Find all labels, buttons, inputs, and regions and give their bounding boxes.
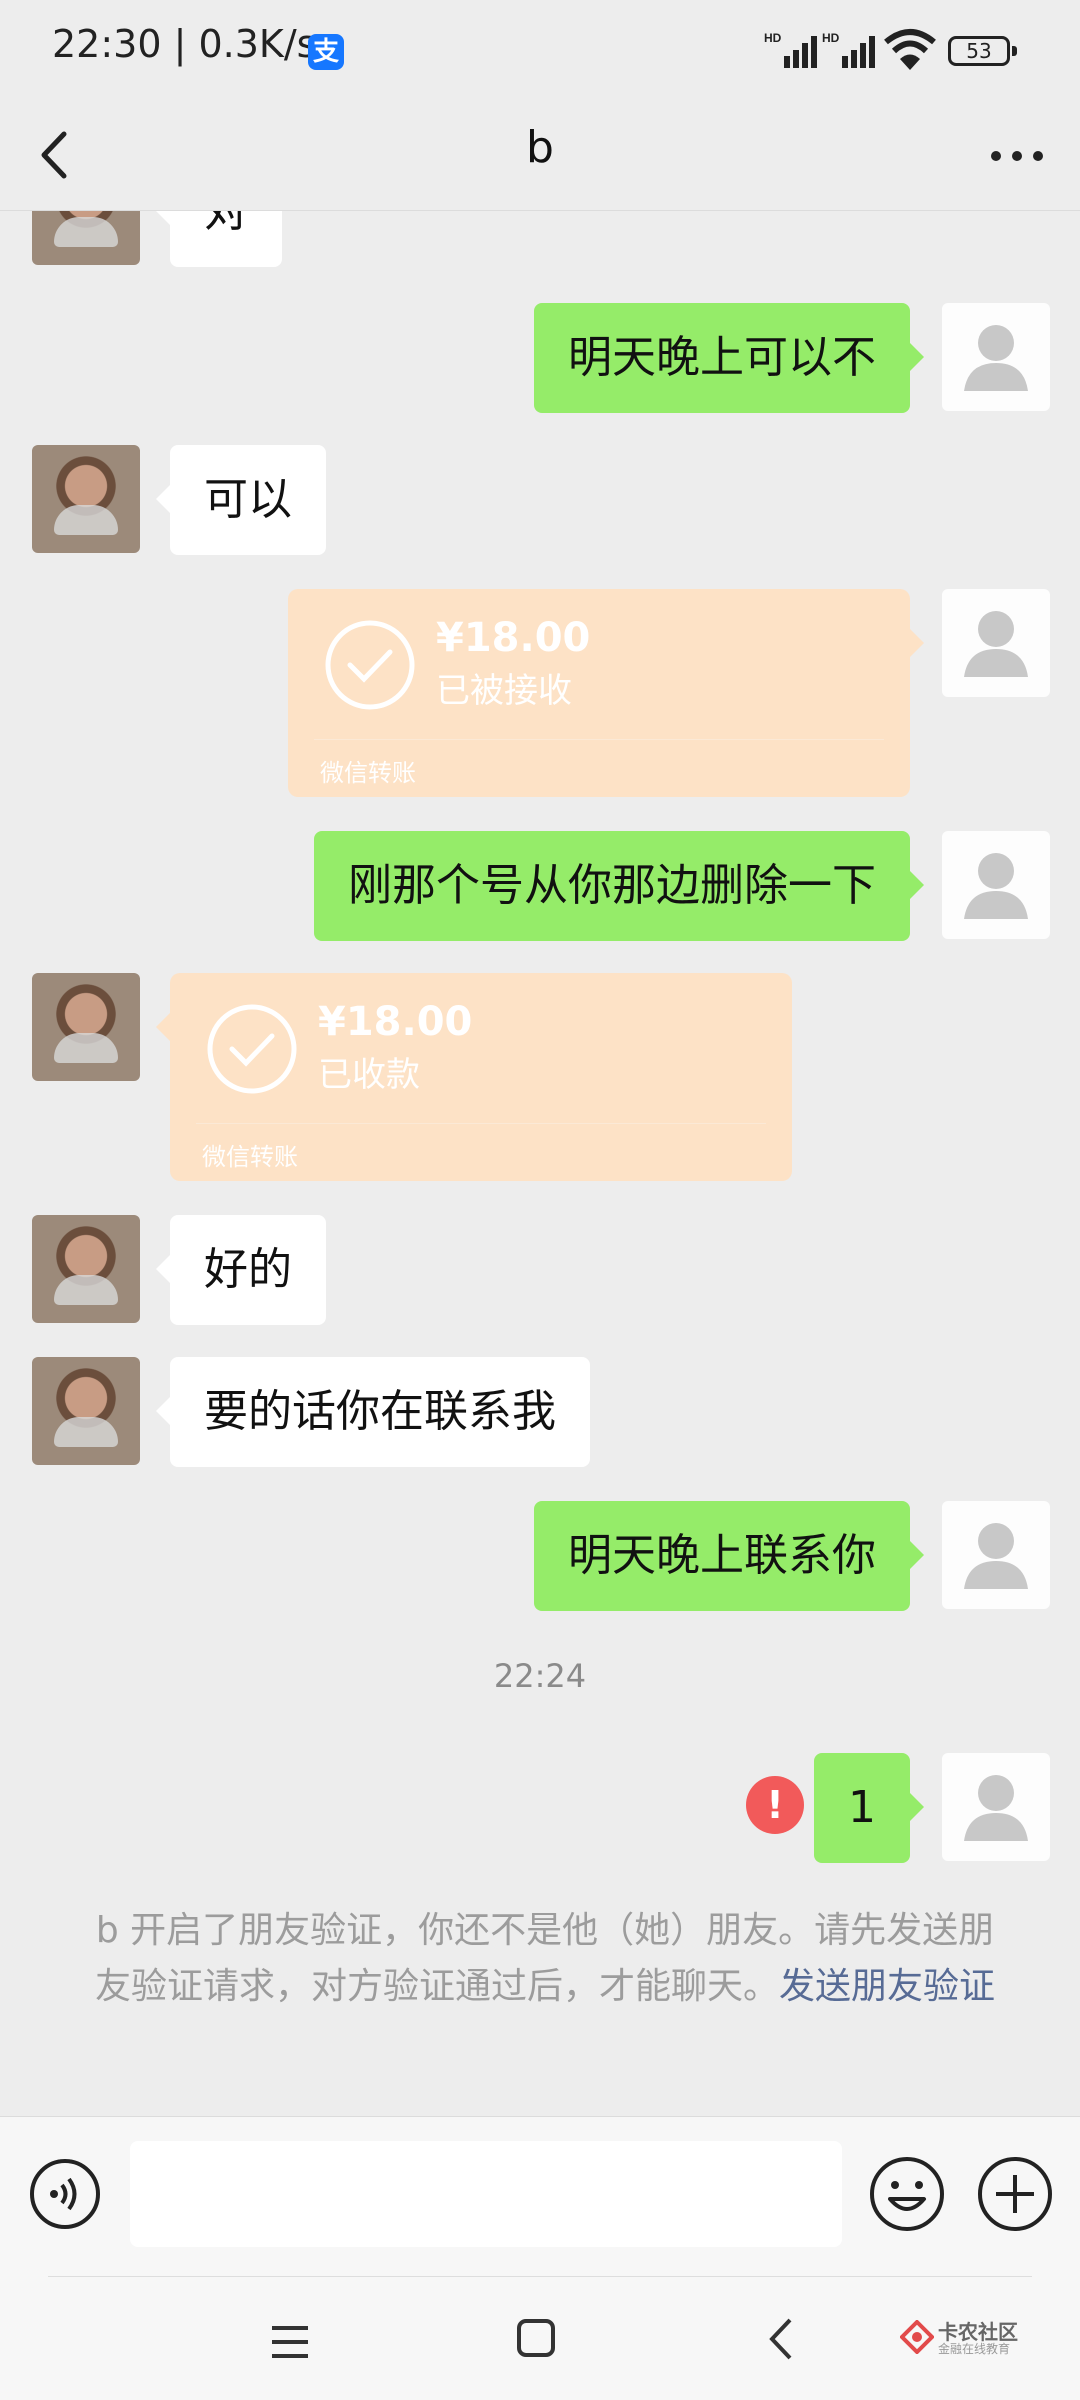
transfer-label: 微信转账 [202,1143,298,1171]
user-avatar[interactable] [942,1753,1050,1861]
chat-title: b [526,122,554,173]
chat-message-list[interactable]: 对 明天晚上可以不 可以 ¥18.00 已被接收 微信转账 刚那个号从你那边删除… [0,211,1080,2116]
back-icon[interactable] [766,2316,796,2362]
input-bar [0,2116,1080,2277]
chat-header: b [0,100,1080,211]
contact-avatar[interactable] [32,211,140,265]
person-icon [964,325,1028,391]
alipay-icon: 支 [308,34,344,70]
voice-icon[interactable] [28,2157,102,2231]
message-bubble-incoming[interactable]: 可以 [156,445,326,555]
status-time-speed: 22:30 | 0.3K/s [52,22,317,66]
signal-icon: HD [764,31,817,68]
watermark-logo: 卡农社区 金融在线教育 [900,2316,1030,2360]
nav-divider [48,2276,1032,2277]
message-bubble-outgoing[interactable]: 刚那个号从你那边删除一下 [314,831,924,941]
message-input[interactable] [130,2141,842,2247]
transfer-divider [314,739,884,740]
message-bubble-incoming[interactable]: 对 [156,211,282,267]
svg-text:HD: HD [764,31,782,45]
more-icon[interactable] [982,126,1052,186]
wifi-icon [884,29,936,70]
contact-avatar[interactable] [32,445,140,553]
transfer-label: 微信转账 [320,759,416,787]
check-circle-icon [325,620,415,710]
contact-avatar[interactable] [32,1357,140,1465]
system-nav-bar: 卡农社区 金融在线教育 [0,2276,1080,2400]
home-icon[interactable] [516,2318,556,2358]
transfer-card-incoming[interactable]: ¥18.00 已收款 微信转账 [156,973,792,1181]
watermark-subtitle: 金融在线教育 [938,2342,1011,2356]
plus-icon[interactable] [976,2155,1054,2233]
emoji-icon[interactable] [868,2155,946,2233]
transfer-card-outgoing[interactable]: ¥18.00 已被接收 微信转账 [288,589,924,797]
menu-icon[interactable] [268,2322,312,2362]
message-bubble-outgoing[interactable]: 1 [814,1753,924,1863]
check-circle-icon [207,1004,297,1094]
contact-avatar[interactable] [32,1215,140,1323]
message-bubble-outgoing[interactable]: 明天晚上可以不 [534,303,924,413]
message-bubble-incoming[interactable]: 好的 [156,1215,326,1325]
battery-indicator: 53 [948,36,1017,66]
transfer-amount: ¥18.00 [436,615,591,661]
person-icon [964,853,1028,919]
transfer-amount: ¥18.00 [318,999,473,1045]
person-icon [964,1775,1028,1841]
time-divider: 22:24 [493,1657,587,1695]
user-avatar[interactable] [942,589,1050,697]
user-avatar[interactable] [942,303,1050,411]
person-icon [964,611,1028,677]
transfer-divider [196,1123,766,1124]
transfer-status: 已收款 [318,1055,420,1095]
contact-avatar[interactable] [32,973,140,1081]
send-verification-link[interactable]: 发送朋友验证 [779,1966,995,2007]
transfer-status: 已被接收 [436,671,572,711]
message-bubble-incoming[interactable]: 要的话你在联系我 [156,1357,590,1467]
svg-text:HD: HD [822,31,840,45]
message-bubble-outgoing[interactable]: 明天晚上联系你 [534,1501,924,1611]
logo-icon [900,2320,934,2354]
send-failed-icon[interactable]: ! [746,1776,804,1834]
person-icon [964,1523,1028,1589]
friend-verification-notice: b 开启了朋友验证，你还不是他（她）朋友。请先发送朋友验证请求，对方验证通过后，… [90,1903,1000,2015]
user-avatar[interactable] [942,1501,1050,1609]
signal-icon-2: HD [822,31,875,68]
user-avatar[interactable] [942,831,1050,939]
status-bar: 22:30 | 0.3K/s 支 HD HD 53 [0,0,1080,100]
